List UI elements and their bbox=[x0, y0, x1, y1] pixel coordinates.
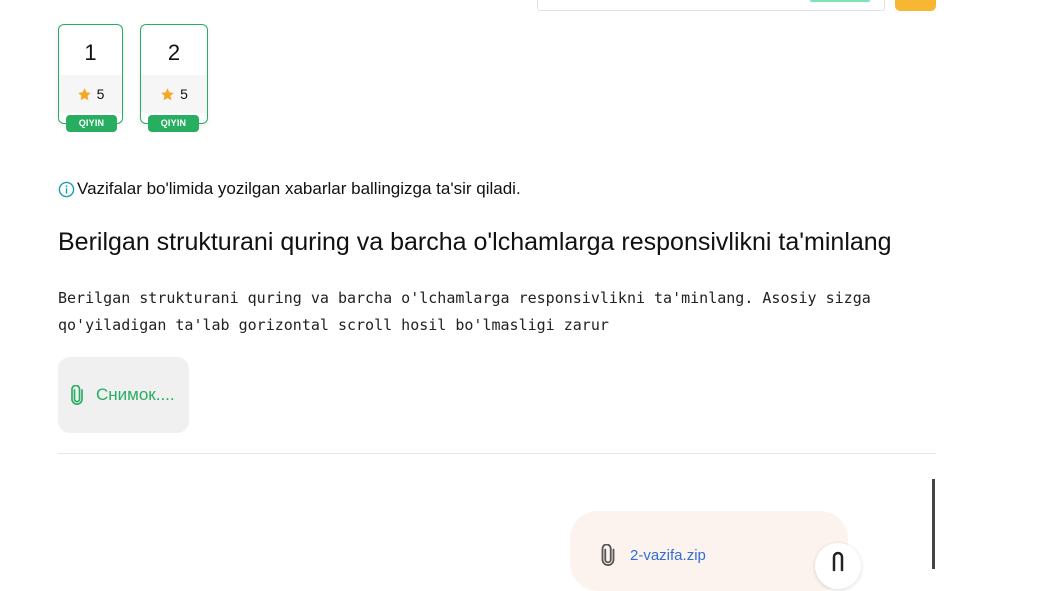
attachment-label: Снимок.... bbox=[96, 385, 175, 404]
top-orange-button[interactable] bbox=[895, 0, 936, 11]
divider bbox=[58, 453, 936, 454]
message-bubble: 2-vazifa.zip bbox=[570, 511, 861, 591]
paperclip-icon bbox=[71, 385, 83, 405]
description-line: Berilgan strukturani quring va barcha o'… bbox=[58, 289, 871, 307]
star-icon bbox=[77, 87, 91, 100]
task-description: Berilgan strukturani quring va barcha o'… bbox=[58, 285, 938, 339]
task-number: 2 bbox=[167, 40, 181, 65]
info-icon bbox=[58, 181, 75, 197]
rating-value: 5 bbox=[96, 86, 105, 102]
task-title: Berilgan strukturani quring va barcha o'… bbox=[58, 228, 892, 256]
task-card-1[interactable]: 1 5 QIYIN bbox=[58, 24, 123, 132]
task-attachment[interactable]: Снимок.... bbox=[58, 357, 189, 433]
notice-text: Vazifalar bo'limida yozilgan xabarlar ba… bbox=[77, 179, 521, 198]
star-icon bbox=[161, 87, 174, 100]
scrollbar[interactable] bbox=[932, 479, 935, 569]
attach-button[interactable] bbox=[815, 543, 861, 589]
notice: Vazifalar bo'limida yozilgan xabarlar ba… bbox=[58, 179, 521, 199]
task-rating: 5 bbox=[141, 75, 207, 113]
task-rating: 5 bbox=[59, 75, 122, 113]
paperclip-icon bbox=[832, 551, 844, 572]
task-card-2[interactable]: 2 5 QIYIN bbox=[140, 24, 208, 132]
rating-value: 5 bbox=[180, 86, 188, 102]
task-number: 1 bbox=[84, 40, 97, 65]
paperclip-icon bbox=[601, 544, 615, 566]
description-line: qo'yiladigan ta'lab gorizontal scroll ho… bbox=[58, 316, 609, 334]
green-indicator bbox=[810, 0, 870, 2]
file-name: 2-vazifa.zip bbox=[630, 546, 706, 564]
difficulty-badge: QIYIN bbox=[66, 115, 117, 132]
top-search-field[interactable] bbox=[537, 0, 885, 11]
message-file-link[interactable]: 2-vazifa.zip bbox=[598, 544, 706, 566]
difficulty-badge: QIYIN bbox=[148, 115, 199, 132]
